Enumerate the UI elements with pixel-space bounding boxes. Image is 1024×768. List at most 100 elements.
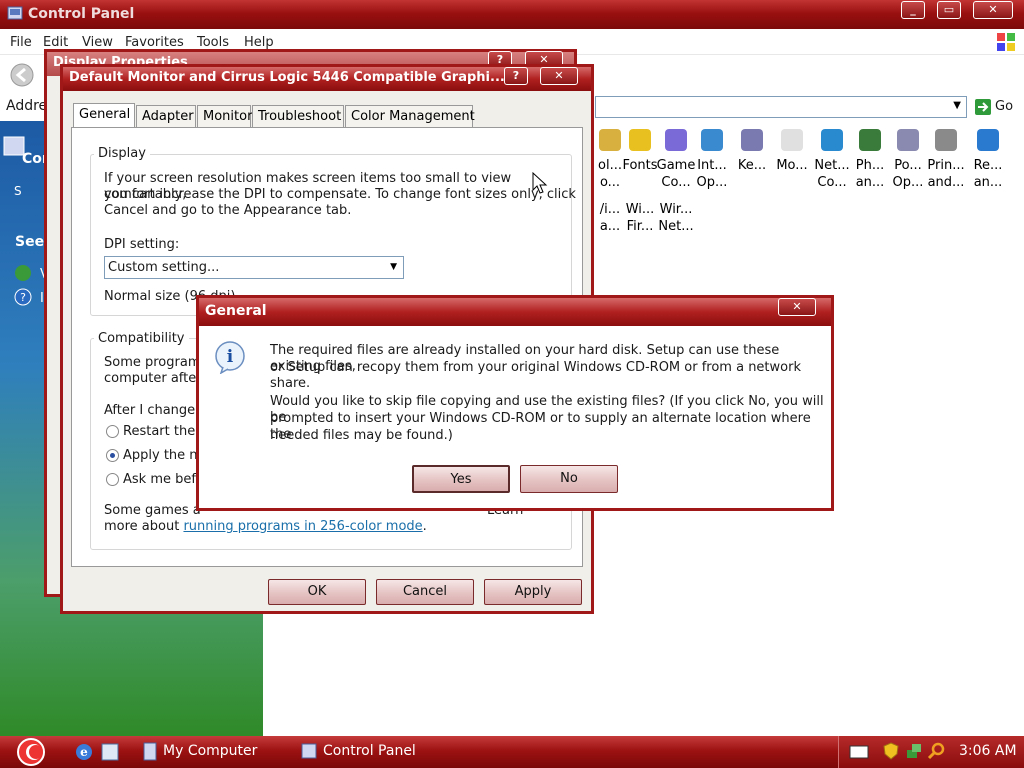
menu-favorites[interactable]: Favorites xyxy=(125,35,184,50)
control-panel-item-label: Ph... xyxy=(855,158,885,173)
control-panel-item-sublabel: Net... xyxy=(658,219,694,234)
help-button[interactable]: ? xyxy=(504,67,528,85)
tab-adapter[interactable]: Adapter xyxy=(136,105,196,127)
pane-switch-link[interactable]: S xyxy=(14,183,22,199)
control-panel-item-sublabel: an... xyxy=(973,175,1003,190)
mouse-cursor-icon xyxy=(532,172,548,194)
menu-help[interactable]: Help xyxy=(244,35,274,50)
display-description-2: you can increase the DPI to compensate. … xyxy=(104,187,576,202)
control-panel-item[interactable]: Po... Op... xyxy=(888,125,928,191)
tab-color-management[interactable]: Color Management xyxy=(345,105,475,127)
cancel-button[interactable]: Cancel xyxy=(376,579,474,605)
windows-update-icon xyxy=(15,265,31,281)
clock: 3:06 AM xyxy=(959,743,1017,759)
control-panel-item[interactable]: Ke... xyxy=(732,125,772,174)
menu-tools[interactable]: Tools xyxy=(197,35,229,50)
my-computer-icon xyxy=(143,742,157,761)
control-panel-item-sublabel: Co... xyxy=(661,175,691,190)
tab-monitor[interactable]: Monitor xyxy=(197,105,252,127)
message-line-5: needed files may be found.) xyxy=(270,428,453,443)
go-arrow-icon[interactable] xyxy=(974,98,992,116)
go-button[interactable]: Go xyxy=(995,99,1013,115)
menu-file[interactable]: File xyxy=(10,35,32,50)
control-panel-task-icon xyxy=(301,743,317,759)
apply-button[interactable]: Apply xyxy=(484,579,582,605)
control-panel-item-icon xyxy=(859,129,881,151)
chevron-down-icon[interactable]: ▼ xyxy=(390,262,397,272)
search-icon[interactable] xyxy=(927,742,945,760)
chevron-down-icon[interactable]: ▼ xyxy=(953,100,961,111)
tab-troubleshoot[interactable]: Troubleshoot xyxy=(252,105,344,127)
control-panel-item-icon xyxy=(629,129,651,151)
minimize-button[interactable]: _ xyxy=(901,1,925,19)
network-icon[interactable] xyxy=(905,742,923,760)
keyboard-icon[interactable] xyxy=(849,745,869,759)
monitor-dialog-title: Default Monitor and Cirrus Logic 5446 Co… xyxy=(69,70,505,85)
control-panel-titlebar[interactable]: Control Panel _ ▭ ✕ xyxy=(0,0,1024,29)
ask-radio[interactable] xyxy=(106,473,119,486)
svg-text:e: e xyxy=(80,745,88,759)
maximize-button[interactable]: ▭ xyxy=(937,1,961,19)
control-panel-item-icon xyxy=(935,129,957,151)
address-label: Addre xyxy=(6,98,48,114)
control-panel-item-icon xyxy=(897,129,919,151)
ask-radio-label[interactable]: Ask me befo xyxy=(123,472,204,488)
control-panel-item[interactable]: Wir... Net... xyxy=(656,201,696,235)
control-panel-item[interactable]: Wi... Fir... xyxy=(620,201,660,235)
apply-radio[interactable] xyxy=(106,449,119,462)
control-panel-item-label: Net... xyxy=(814,158,850,173)
yes-button[interactable]: Yes xyxy=(412,465,510,493)
control-panel-item-label: Ke... xyxy=(737,158,767,173)
menu-edit[interactable]: Edit xyxy=(43,35,68,50)
menu-view[interactable]: View xyxy=(82,35,113,50)
control-panel-item-sublabel: Op... xyxy=(892,175,924,190)
control-panel-item-sublabel: an... xyxy=(855,175,885,190)
message-line-2: or Setup can recopy them from your origi… xyxy=(270,360,801,391)
dpi-setting-value: Custom setting... xyxy=(108,260,220,275)
dpi-setting-select[interactable]: Custom setting... ▼ xyxy=(104,256,404,279)
compat-text-1: Some programs xyxy=(104,355,208,370)
see-also-header: See xyxy=(15,234,45,250)
restart-radio-label[interactable]: Restart the c xyxy=(123,424,206,440)
256-color-link[interactable]: running programs in 256-color mode xyxy=(183,519,422,534)
apply-radio-label[interactable]: Apply the ne xyxy=(123,448,206,464)
control-panel-item-sublabel: Fir... xyxy=(626,219,654,234)
control-panel-item-sublabel: and... xyxy=(927,175,965,190)
close-button[interactable]: ✕ xyxy=(778,298,816,316)
ok-button[interactable]: OK xyxy=(268,579,366,605)
control-panel-item-label: Wi... xyxy=(625,202,655,217)
tab-general[interactable]: General xyxy=(73,103,135,127)
control-panel-item-icon xyxy=(977,129,999,151)
dpi-setting-label: DPI setting: xyxy=(104,237,180,252)
close-button[interactable]: ✕ xyxy=(540,67,578,85)
control-panel-item-icon xyxy=(781,129,803,151)
general-dialog-titlebar[interactable]: General xyxy=(199,298,831,326)
control-panel-item-icon xyxy=(665,129,687,151)
control-panel-item[interactable]: Net... Co... xyxy=(812,125,852,191)
control-panel-item-label: Fonts xyxy=(622,158,658,173)
display-description-3: Cancel and go to the Appearance tab. xyxy=(104,203,352,218)
info-icon: i xyxy=(215,341,245,374)
control-panel-item[interactable]: Prin... and... xyxy=(926,125,966,191)
back-arrow-icon[interactable] xyxy=(10,63,34,87)
task-my-computer[interactable]: My Computer xyxy=(163,743,257,759)
games-text-2: more about running programs in 256-color… xyxy=(104,519,427,535)
system-tray: 3:06 AM xyxy=(838,736,1024,768)
start-button-icon[interactable] xyxy=(14,737,48,767)
compatibility-group-label: Compatibility xyxy=(94,331,189,346)
control-panel-item[interactable]: Ph... an... xyxy=(850,125,890,191)
address-input[interactable]: ▼ xyxy=(595,96,967,118)
security-shield-icon[interactable] xyxy=(883,742,899,760)
no-button[interactable]: No xyxy=(520,465,618,493)
control-panel-item[interactable]: Fonts xyxy=(620,125,660,174)
quick-launch-icon[interactable] xyxy=(100,742,120,762)
task-control-panel[interactable]: Control Panel xyxy=(323,743,416,759)
control-panel-item-icon xyxy=(741,129,763,151)
control-panel-item[interactable]: Mo... xyxy=(772,125,812,174)
close-button[interactable]: ✕ xyxy=(973,1,1013,19)
control-panel-item[interactable]: Re... an... xyxy=(968,125,1008,191)
internet-explorer-icon[interactable]: e xyxy=(74,742,94,762)
control-panel-item[interactable]: Int... Op... xyxy=(692,125,732,191)
restart-radio[interactable] xyxy=(106,425,119,438)
control-panel-item[interactable]: Game Co... xyxy=(656,125,696,191)
